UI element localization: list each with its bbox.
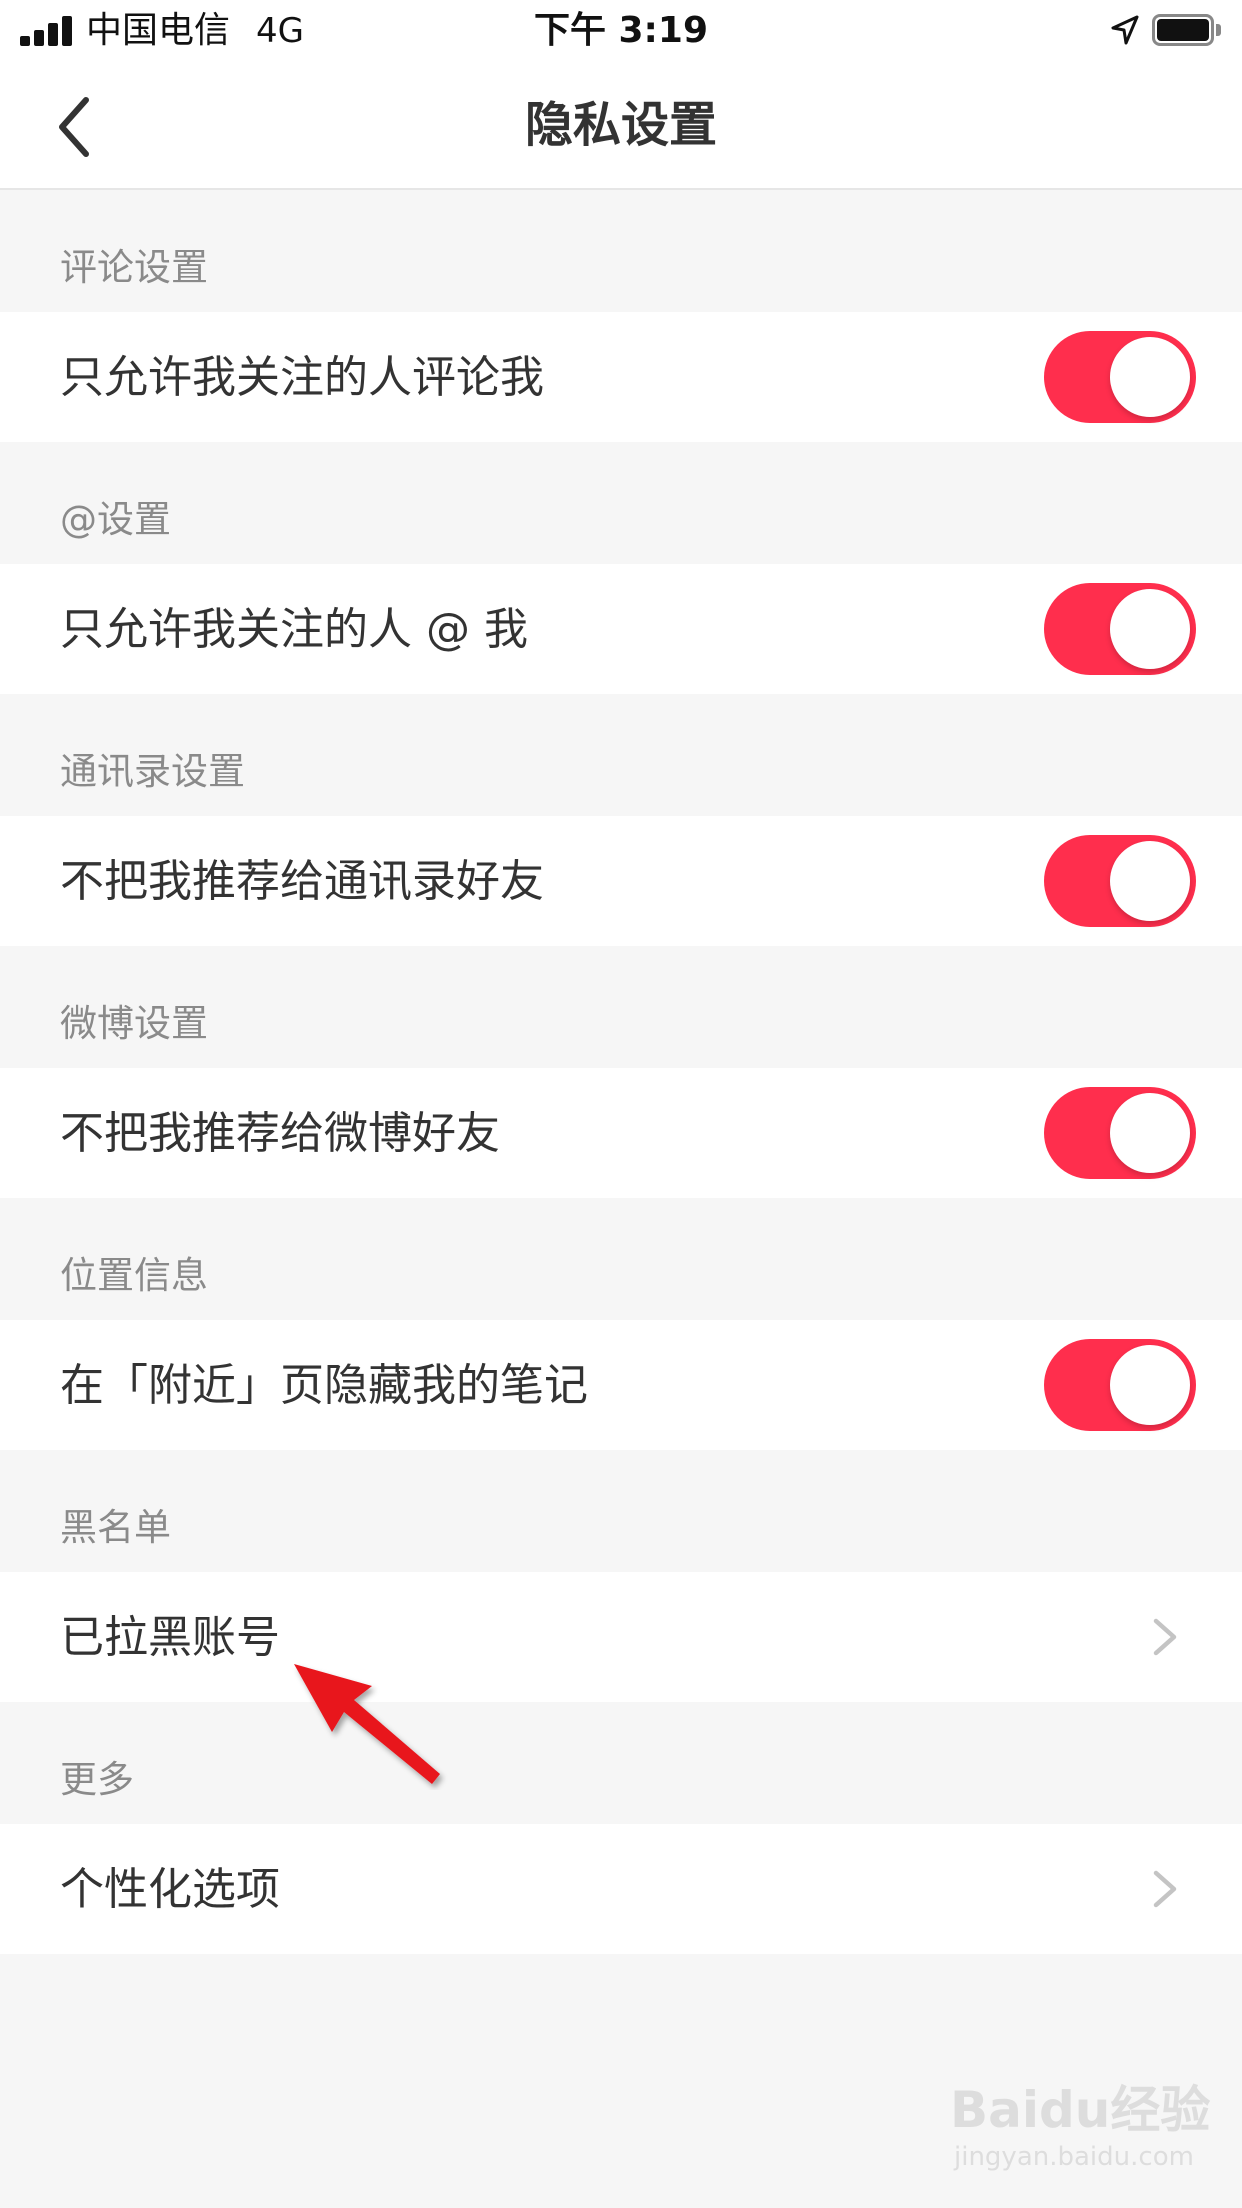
setting-label: 个性化选项 <box>60 1864 280 1915</box>
navigation-bar: 隐私设置 <box>0 62 1242 190</box>
annotation-arrow-icon <box>294 1664 440 1784</box>
toggle-switch[interactable] <box>1044 583 1196 675</box>
section-header-mention: @设置 <box>0 442 1242 564</box>
setting-label: 只允许我关注的人评论我 <box>60 352 544 403</box>
location-arrow-icon <box>1111 15 1139 45</box>
setting-row-contacts-recommend[interactable]: 不把我推荐给通讯录好友 <box>0 816 1242 946</box>
baidu-watermark-logo: Baidu经验 jingyan.baidu.com <box>950 2070 1210 2200</box>
chevron-right-icon <box>1153 1618 1177 1656</box>
setting-label: 只允许我关注的人 @ 我 <box>60 604 528 655</box>
section-header-contacts: 通讯录设置 <box>0 694 1242 816</box>
toggle-knob <box>1110 1345 1190 1425</box>
toggle-switch[interactable] <box>1044 1087 1196 1179</box>
page-title: 隐私设置 <box>524 97 717 153</box>
section-header-weibo: 微博设置 <box>0 946 1242 1068</box>
setting-row-comment-followed-only[interactable]: 只允许我关注的人评论我 <box>0 312 1242 442</box>
watermark-text: Baidu经验 <box>950 2081 1211 2139</box>
battery-icon <box>1152 14 1222 46</box>
section-header-blacklist: 黑名单 <box>0 1450 1242 1572</box>
toggle-switch[interactable] <box>1044 835 1196 927</box>
watermark-subtext: jingyan.baidu.com <box>954 2142 1194 2172</box>
section-header-location: 位置信息 <box>0 1198 1242 1320</box>
setting-label: 已拉黑账号 <box>60 1612 280 1663</box>
status-bar: 中国电信 4G 下午 3:19 <box>0 0 1242 62</box>
section-header-comment: 评论设置 <box>0 190 1242 312</box>
setting-label: 不把我推荐给微博好友 <box>60 1108 500 1159</box>
status-time: 下午 3:19 <box>533 10 709 51</box>
settings-list: 评论设置 只允许我关注的人评论我 @设置 只允许我关注的人 @ 我 通讯录设置 … <box>0 190 1242 1954</box>
setting-row-weibo-recommend[interactable]: 不把我推荐给微博好友 <box>0 1068 1242 1198</box>
toggle-switch[interactable] <box>1044 331 1196 423</box>
chevron-right-icon <box>1153 1870 1177 1908</box>
toggle-knob <box>1110 337 1190 417</box>
section-header-more: 更多 <box>0 1702 1242 1824</box>
toggle-knob <box>1110 1093 1190 1173</box>
setting-row-mention-followed-only[interactable]: 只允许我关注的人 @ 我 <box>0 564 1242 694</box>
setting-label: 在「附近」页隐藏我的笔记 <box>60 1360 588 1411</box>
toggle-knob <box>1110 589 1190 669</box>
setting-label: 不把我推荐给通讯录好友 <box>60 856 544 907</box>
toggle-knob <box>1110 841 1190 921</box>
toggle-switch[interactable] <box>1044 1339 1196 1431</box>
setting-row-hide-nearby[interactable]: 在「附近」页隐藏我的笔记 <box>0 1320 1242 1450</box>
setting-row-personalization[interactable]: 个性化选项 <box>0 1824 1242 1954</box>
setting-row-blocked-accounts[interactable]: 已拉黑账号 <box>0 1572 1242 1702</box>
